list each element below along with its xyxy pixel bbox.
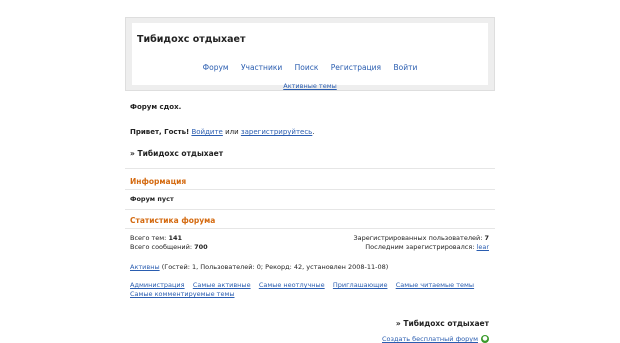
active-users-line: Активны (Гостей: 1, Пользователей: 0; Ре… — [130, 263, 388, 271]
active-users-text: (Гостей: 1, Пользователей: 0; Рекорд: 42… — [161, 263, 389, 271]
link-administration[interactable]: Администрация — [130, 281, 185, 289]
last-registered-label: Последним зарегистрировался: — [365, 243, 475, 251]
info-section-title: Информация — [130, 177, 187, 186]
login-link[interactable]: Войдите — [191, 128, 222, 136]
main-nav: Форум Участники Поиск Регистрация Войти — [132, 63, 488, 72]
active-users-link[interactable]: Активны — [130, 263, 160, 271]
link-most-present[interactable]: Самые неотлучные — [259, 281, 325, 289]
divider — [125, 228, 495, 229]
last-registered: Последним зарегистрировался: lear — [365, 243, 489, 251]
total-topics-value: 141 — [168, 234, 183, 242]
user-lists-links: Администрация Самые активные Самые неотл… — [130, 281, 480, 289]
user-lists-links-2: Самые комментируемые темы — [130, 290, 241, 298]
or-text: или — [225, 128, 239, 136]
registered-users: Зарегистрированных пользователей: 7 — [353, 234, 489, 242]
link-most-read-topics[interactable]: Самые читаемые темы — [396, 281, 474, 289]
registered-users-label: Зарегистрированных пользователей: — [353, 234, 483, 242]
sub-nav: Активные темы — [132, 82, 488, 90]
divider — [125, 168, 495, 169]
total-posts-value: 700 — [194, 243, 208, 251]
divider — [125, 209, 495, 210]
total-posts: Всего сообщений: 700 — [130, 243, 208, 251]
greeting-line: Привет, Гость! Войдите или зарегистрируй… — [130, 128, 315, 136]
last-registered-user-link[interactable]: lear — [477, 243, 489, 251]
link-most-active[interactable]: Самые активные — [193, 281, 251, 289]
globe-icon: ● — [481, 335, 489, 343]
nav-members[interactable]: Участники — [241, 63, 282, 72]
link-inviters[interactable]: Приглашающие — [333, 281, 388, 289]
breadcrumb-bottom[interactable]: » Тибидохс отдыхает — [396, 319, 489, 328]
forum-description: Форум сдох. — [130, 103, 182, 111]
link-most-commented-topics[interactable]: Самые комментируемые темы — [130, 290, 235, 298]
stats-section-title: Статистика форума — [130, 216, 216, 225]
divider — [125, 189, 495, 190]
nav-forum[interactable]: Форум — [203, 63, 229, 72]
registered-users-value: 7 — [484, 234, 489, 242]
header-panel: Тибидохс отдыхает Форум Участники Поиск … — [132, 23, 488, 90]
nav-search[interactable]: Поиск — [295, 63, 319, 72]
footer-create-forum: Создать бесплатный форум ● — [382, 335, 489, 343]
greeting-text: Привет, Гость! — [130, 128, 190, 136]
active-topics-link[interactable]: Активные темы — [283, 82, 336, 90]
nav-register[interactable]: Регистрация — [331, 63, 381, 72]
info-text: Форум пуст — [130, 195, 174, 203]
total-posts-label: Всего сообщений: — [130, 243, 193, 251]
greeting-period: . — [312, 128, 315, 136]
forum-header: Тибидохс отдыхает Форум Участники Поиск … — [125, 17, 495, 91]
forum-title: Тибидохс отдыхает — [137, 34, 246, 45]
total-topics-label: Всего тем: — [130, 234, 167, 242]
total-topics: Всего тем: 141 — [130, 234, 182, 242]
register-link[interactable]: зарегистрируйтесь — [241, 128, 312, 136]
breadcrumb-top[interactable]: » Тибидохс отдыхает — [130, 149, 223, 158]
nav-login[interactable]: Войти — [393, 63, 417, 72]
create-forum-link[interactable]: Создать бесплатный форум — [382, 335, 478, 343]
